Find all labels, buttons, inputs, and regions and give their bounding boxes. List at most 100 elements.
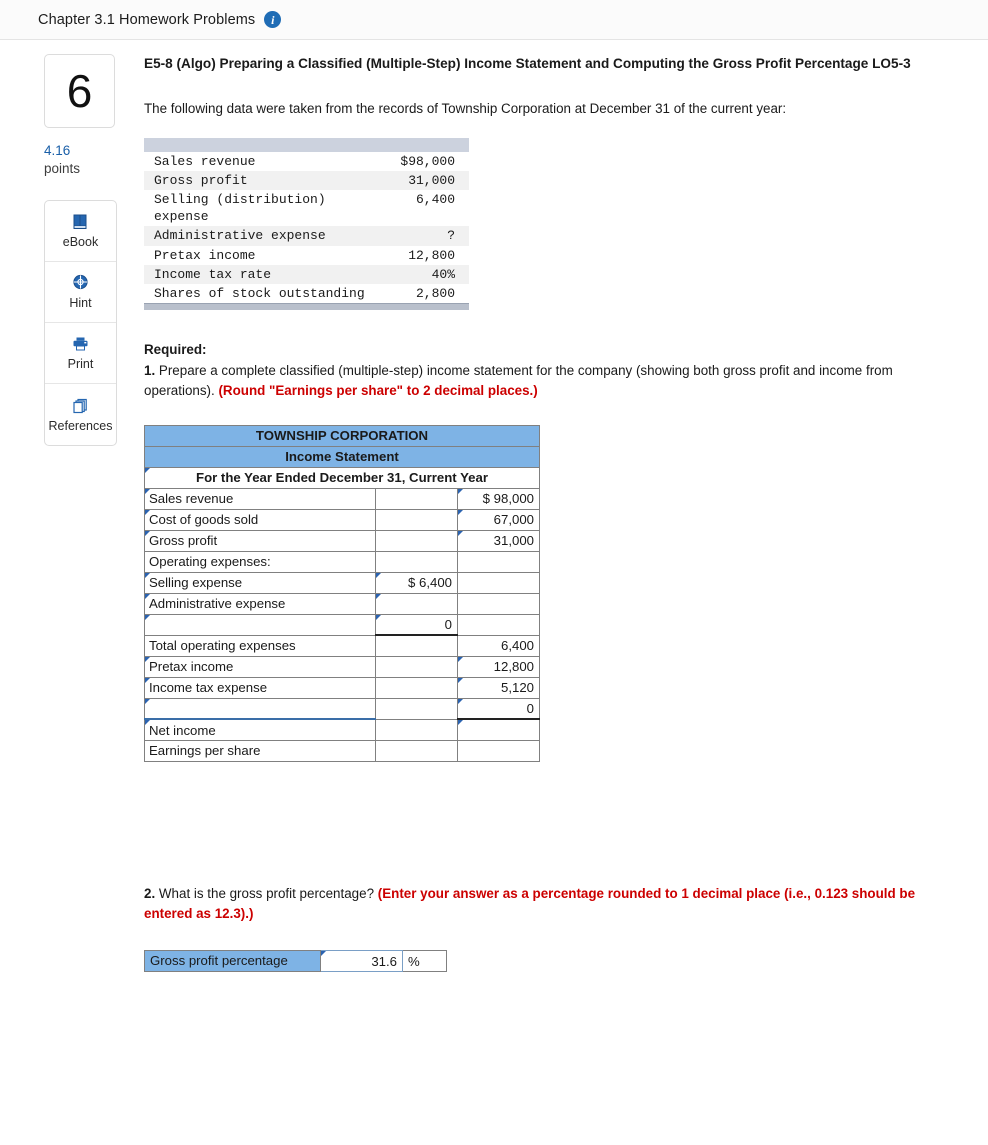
is-company-name: TOWNSHIP CORPORATION [144,424,540,447]
given-row: Income tax rate 40% [144,264,469,284]
is-row-mid[interactable] [375,634,458,657]
required-heading: Required: [144,342,207,358]
is-row-label[interactable]: Cost of goods sold [144,508,376,531]
print-button[interactable]: Print [45,323,116,385]
question2-block: 2. What is the gross profit percentage? … [144,884,962,924]
is-row-right[interactable]: 67,000 [457,508,540,531]
is-row-right[interactable]: 12,800 [457,655,540,678]
question-rail: 6 4.16 points eBook Hint Print Reference… [0,54,140,972]
given-row: Administrative expense ? [144,226,469,246]
table-row[interactable]: Net income [144,718,540,741]
tool-panel: eBook Hint Print References [44,200,117,447]
given-value: 40% [390,264,469,284]
is-row-label[interactable]: Net income [144,718,376,741]
is-row-label[interactable]: Selling expense [144,571,376,594]
is-row-mid[interactable] [375,487,458,510]
is-row-label[interactable] [144,613,376,636]
given-label: Sales revenue [154,153,256,169]
income-statement-table[interactable]: TOWNSHIP CORPORATION Income Statement Fo… [144,424,540,762]
gpp-value-input[interactable]: 31.6 [320,950,403,973]
is-header-row: TOWNSHIP CORPORATION [144,424,540,447]
table-row[interactable]: Total operating expenses 6,400 [144,634,540,657]
is-row-right[interactable] [457,613,540,636]
required-block: Required: 1. Prepare a complete classifi… [144,340,962,400]
is-row-mid[interactable] [375,592,458,615]
given-value: 31,000 [390,170,469,191]
is-row-mid[interactable] [375,739,458,762]
table-row[interactable]: Selling expense $ 6,400 [144,571,540,594]
required-item-number: 1. [144,362,156,378]
is-row-right[interactable]: $ 98,000 [457,487,540,510]
question-number-box: 6 [44,54,115,128]
given-table-topbar [144,137,469,152]
table-row[interactable]: Sales revenue $ 98,000 [144,487,540,510]
given-label: Administrative expense [144,226,391,246]
gross-profit-percentage-table[interactable]: Gross profit percentage 31.6 % [144,950,447,973]
is-row-mid[interactable]: $ 6,400 [375,571,458,594]
question2-number: 2. [144,885,156,901]
is-row-label[interactable]: Gross profit [144,529,376,552]
table-row[interactable]: 0 [144,697,540,721]
is-row-mid[interactable] [375,529,458,552]
is-row-right[interactable]: 5,120 [457,676,540,699]
is-row-mid[interactable] [375,655,458,678]
hint-icon [71,274,90,292]
ebook-button[interactable]: eBook [45,201,116,263]
is-row-label[interactable]: Pretax income [144,655,376,678]
print-label: Print [67,357,94,372]
given-row: Sales revenue $98,000 [144,152,469,171]
references-button[interactable]: References [45,384,116,445]
is-row-label[interactable] [144,697,376,720]
is-row-right[interactable] [457,571,540,594]
references-icon [71,397,90,415]
is-row-label[interactable]: Sales revenue [144,487,376,510]
given-row: Shares of stock outstanding 2,800 [144,284,469,304]
info-icon[interactable]: i [264,11,282,28]
table-row[interactable]: 0 [144,613,540,637]
table-row[interactable]: Operating expenses: [144,550,540,573]
is-row-right[interactable] [457,592,540,615]
table-row[interactable]: Gross profit 31,000 [144,529,540,552]
given-value: ? [390,226,469,246]
table-row[interactable]: Pretax income 12,800 [144,655,540,678]
is-row-mid[interactable] [375,676,458,699]
table-row[interactable]: Income tax expense 5,120 [144,676,540,699]
given-row: Selling (distribution) expense 6,400 [144,190,469,226]
table-row[interactable]: Gross profit percentage 31.6 % [144,950,447,973]
given-row: Gross profit 31,000 [144,170,469,191]
table-row[interactable]: Earnings per share [144,739,540,762]
is-header-row: For the Year Ended December 31, Current … [144,466,540,489]
given-value: 6,400 [415,192,455,208]
app-header: Chapter 3.1 Homework Problems i [0,0,988,40]
is-row-right[interactable]: 0 [457,697,540,721]
hint-button[interactable]: Hint [45,262,116,324]
points-block: 4.16 points [44,142,115,178]
is-row-label[interactable]: Administrative expense [144,592,376,615]
is-row-mid[interactable] [375,697,458,720]
is-row-right[interactable] [457,550,540,573]
is-row-label[interactable]: Operating expenses: [144,550,376,573]
is-row-mid[interactable] [375,508,458,531]
given-data-table: Sales revenue $98,000 Gross profit 31,00… [144,137,469,311]
is-row-label[interactable]: Earnings per share [144,739,376,762]
is-row-label[interactable]: Total operating expenses [144,634,376,657]
given-table-bottombar [144,302,469,311]
given-label: Pretax income [154,247,256,263]
is-row-label[interactable]: Income tax expense [144,676,376,699]
given-label: Shares of stock outstanding [154,285,365,301]
table-row[interactable]: Administrative expense [144,592,540,615]
print-icon [71,335,90,353]
table-row[interactable]: Cost of goods sold 67,000 [144,508,540,531]
is-row-right[interactable]: 6,400 [457,634,540,657]
is-row-mid[interactable] [375,550,458,573]
is-row-right-active-cell[interactable] [457,739,540,762]
is-row-right[interactable]: 31,000 [457,529,540,552]
is-row-right[interactable] [457,718,540,741]
given-value: $98,000 [400,153,455,169]
exercise-intro: The following data were taken from the r… [144,101,787,117]
given-value: 2,800 [415,285,455,301]
is-row-mid[interactable] [375,718,458,741]
points-label: points [44,161,81,177]
is-row-mid[interactable]: 0 [375,613,458,637]
question-content: E5-8 (Algo) Preparing a Classified (Mult… [140,54,988,973]
